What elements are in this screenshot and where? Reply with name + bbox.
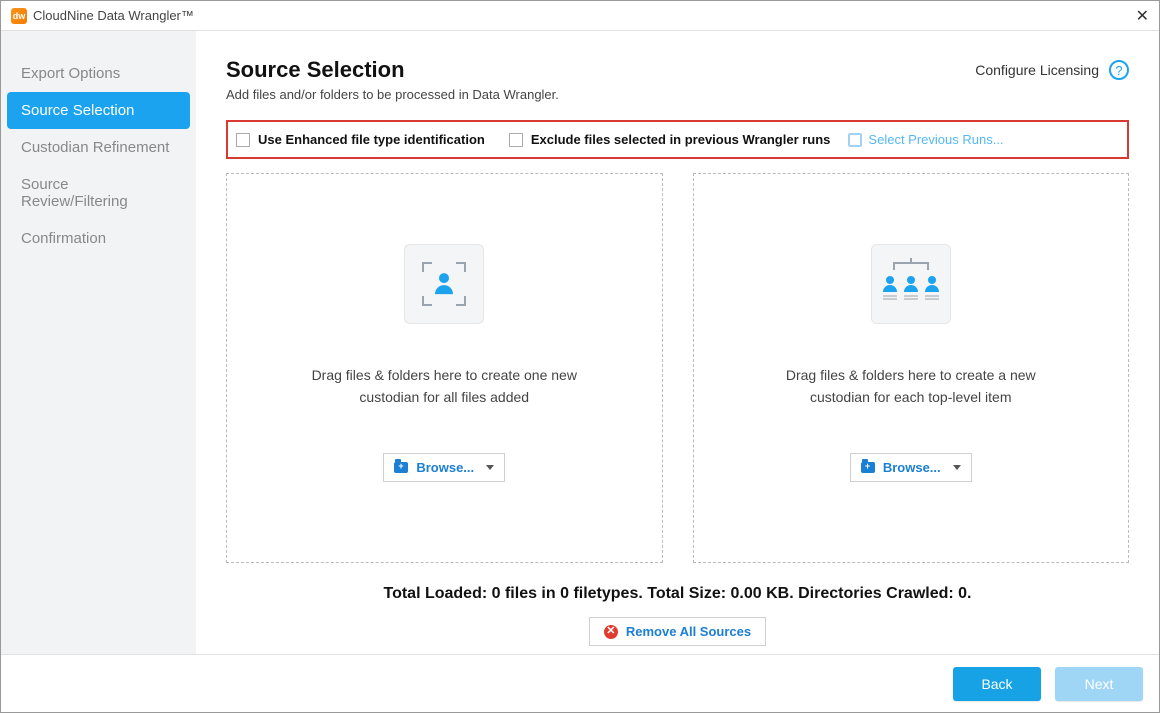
app-logo-icon: dw bbox=[11, 8, 27, 24]
sidebar-item-source-review[interactable]: Source Review/Filtering bbox=[1, 166, 196, 220]
dropzone-single-text: Drag files & folders here to create one … bbox=[312, 364, 577, 409]
page-subtitle: Add files and/or folders to be processed… bbox=[226, 87, 1129, 102]
next-button[interactable]: Next bbox=[1055, 667, 1143, 701]
previous-runs-icon bbox=[848, 133, 862, 147]
footer-bar: Back Next bbox=[1, 654, 1159, 712]
dropzone-multi-text: Drag files & folders here to create a ne… bbox=[786, 364, 1036, 409]
back-button[interactable]: Back bbox=[953, 667, 1041, 701]
dropzone-multi-custodian[interactable]: Drag files & folders here to create a ne… bbox=[693, 173, 1130, 563]
folder-add-icon bbox=[394, 462, 408, 473]
sidebar-item-confirmation[interactable]: Confirmation bbox=[1, 220, 196, 257]
chevron-down-icon bbox=[486, 465, 494, 470]
option-enhanced-id[interactable]: Use Enhanced file type identification bbox=[230, 132, 485, 147]
remove-all-sources-button[interactable]: ✕ Remove All Sources bbox=[589, 617, 766, 646]
chevron-down-icon bbox=[953, 465, 961, 470]
sidebar-item-source-selection[interactable]: Source Selection bbox=[7, 92, 190, 129]
window-title: CloudNine Data Wrangler™ bbox=[33, 8, 194, 23]
multi-custodian-icon bbox=[871, 244, 951, 324]
help-icon[interactable]: ? bbox=[1109, 60, 1129, 80]
sidebar-item-custodian-refinement[interactable]: Custodian Refinement bbox=[1, 129, 196, 166]
sidebar: Export Options Source Selection Custodia… bbox=[1, 31, 196, 654]
browse-single-button[interactable]: Browse... bbox=[383, 453, 505, 482]
checkbox-enhanced[interactable] bbox=[236, 133, 250, 147]
close-icon[interactable]: ✕ bbox=[1136, 6, 1149, 26]
single-custodian-icon bbox=[404, 244, 484, 324]
browse-multi-button[interactable]: Browse... bbox=[850, 453, 972, 482]
configure-licensing-link[interactable]: Configure Licensing bbox=[975, 62, 1099, 78]
main-content: Source Selection Configure Licensing ? A… bbox=[196, 31, 1159, 654]
titlebar: dw CloudNine Data Wrangler™ ✕ bbox=[1, 1, 1159, 31]
sidebar-item-export-options[interactable]: Export Options bbox=[1, 55, 196, 92]
dropzone-single-custodian[interactable]: Drag files & folders here to create one … bbox=[226, 173, 663, 563]
totals-summary: Total Loaded: 0 files in 0 filetypes. To… bbox=[226, 585, 1129, 603]
checkbox-exclude[interactable] bbox=[509, 133, 523, 147]
options-bar: Use Enhanced file type identification Ex… bbox=[226, 120, 1129, 159]
page-title: Source Selection bbox=[226, 57, 405, 83]
folder-add-icon bbox=[861, 462, 875, 473]
option-exclude-previous[interactable]: Exclude files selected in previous Wrang… bbox=[503, 132, 831, 147]
select-previous-runs-button[interactable]: Select Previous Runs... bbox=[848, 132, 1003, 147]
remove-icon: ✕ bbox=[604, 625, 618, 639]
